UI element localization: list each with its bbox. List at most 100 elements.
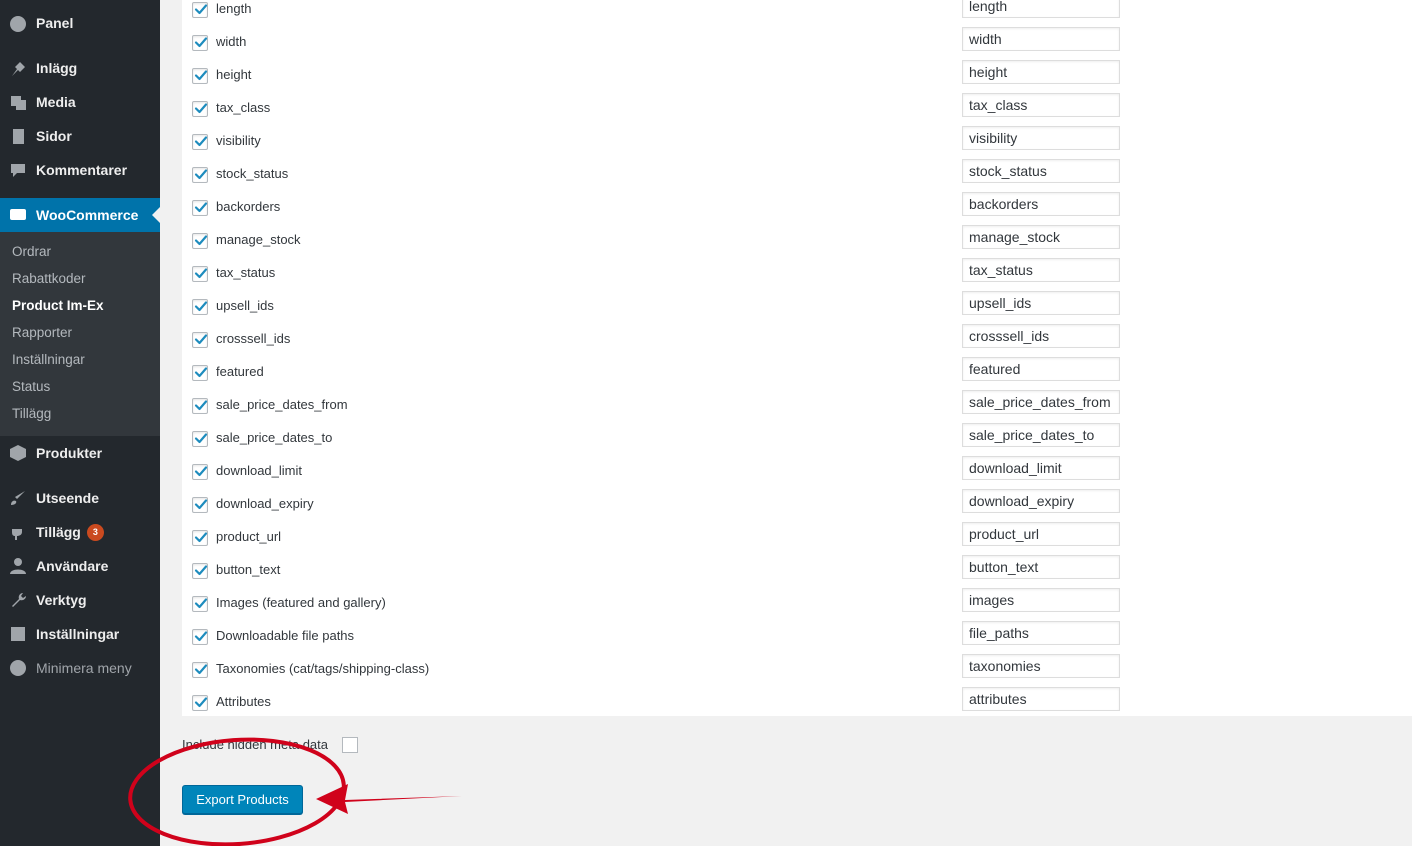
column-name-input[interactable]: download_limit (962, 456, 1120, 480)
column-name-input[interactable]: length (962, 0, 1120, 18)
sidebar-item-verktyg[interactable]: Verktyg (0, 583, 160, 617)
column-name-input[interactable]: backorders (962, 192, 1120, 216)
field-label: tax_class (216, 100, 271, 115)
sidebar-item-inlägg[interactable]: Inlägg (0, 51, 160, 85)
sidebar-item-label: Utseende (36, 490, 100, 506)
sidebar-item-label: Minimera meny (36, 660, 132, 676)
submenu-item[interactable]: Status (12, 377, 50, 397)
field-checkbox[interactable] (192, 35, 208, 51)
checkmark-icon (194, 400, 208, 411)
field-row: Downloadable file paths file_paths (182, 621, 1412, 661)
field-checkbox[interactable] (192, 464, 208, 480)
field-checkbox[interactable] (192, 134, 208, 150)
submenu-item[interactable]: Rapporter (12, 323, 72, 343)
field-checkbox[interactable] (192, 431, 208, 447)
field-label: backorders (216, 199, 281, 214)
field-checkbox[interactable] (192, 398, 208, 414)
field-checkbox[interactable] (192, 695, 208, 711)
export-products-button[interactable]: Export Products (182, 785, 303, 814)
sidebar-item-inställningar[interactable]: Inställningar (0, 617, 160, 651)
field-checkbox[interactable] (192, 497, 208, 513)
checkmark-icon (194, 499, 208, 510)
pin-icon (0, 51, 36, 85)
column-name-input[interactable]: sale_price_dates_from (962, 390, 1120, 414)
active-indicator (152, 207, 160, 223)
sidebar-item-tillägg[interactable]: Tillägg 3 (0, 515, 160, 549)
field-checkbox[interactable] (192, 233, 208, 249)
column-name-input[interactable]: visibility (962, 126, 1120, 150)
column-name-input[interactable]: width (962, 27, 1120, 51)
field-checkbox[interactable] (192, 530, 208, 546)
field-row: featured featured (182, 357, 1412, 397)
sidebar-item-label: Produkter (36, 445, 103, 461)
field-checkbox[interactable] (192, 299, 208, 315)
field-label: featured (216, 364, 264, 379)
submenu-item[interactable]: Ordrar (12, 242, 51, 262)
field-checkbox[interactable] (192, 563, 208, 579)
checkmark-icon (194, 532, 208, 543)
field-checkbox[interactable] (192, 266, 208, 282)
field-checkbox[interactable] (192, 101, 208, 117)
column-name-input[interactable]: stock_status (962, 159, 1120, 183)
sidebar-item-woocommerce[interactable]: WooCommerce (0, 198, 160, 232)
column-name-input[interactable]: crosssell_ids (962, 324, 1120, 348)
field-row: crosssell_ids crosssell_ids (182, 324, 1412, 364)
meta-data-label: Include hidden meta data (182, 737, 328, 752)
submenu-item[interactable]: Inställningar (12, 350, 85, 370)
field-row: sale_price_dates_from sale_price_dates_fr… (182, 390, 1412, 430)
field-checkbox[interactable] (192, 629, 208, 645)
sidebar-item-label: Panel (36, 15, 74, 31)
field-label: Downloadable file paths (216, 628, 355, 643)
woo-icon (0, 198, 36, 232)
column-name-input[interactable]: images (962, 588, 1120, 612)
field-row: visibility visibility (182, 126, 1412, 166)
field-checkbox[interactable] (192, 662, 208, 678)
field-label: product_url (216, 529, 282, 544)
field-row: sale_price_dates_to sale_price_dates_to (182, 423, 1412, 463)
submenu-item[interactable]: Rabattkoder (12, 269, 86, 289)
field-checkbox[interactable] (192, 2, 208, 18)
column-name-input[interactable]: button_text (962, 555, 1120, 579)
checkmark-icon (194, 367, 208, 378)
sidebar-item-produkter[interactable]: Produkter (0, 436, 160, 470)
column-name-input[interactable]: file_paths (962, 621, 1120, 645)
sidebar-item-label: Inställningar (36, 626, 120, 642)
column-name-input[interactable]: taxonomies (962, 654, 1120, 678)
meta-data-checkbox[interactable] (342, 737, 358, 753)
field-checkbox[interactable] (192, 68, 208, 84)
checkmark-icon (194, 598, 208, 609)
sidebar-item-sidor[interactable]: Sidor (0, 119, 160, 153)
field-row: download_expiry download_expiry (182, 489, 1412, 529)
sidebar-item-användare[interactable]: Användare (0, 549, 160, 583)
submenu-item[interactable]: Product Im-Ex (12, 296, 104, 316)
column-name-input[interactable]: download_expiry (962, 489, 1120, 513)
column-name-input[interactable]: attributes (962, 687, 1120, 711)
woocommerce-submenu: Ordrar Rabattkoder Product Im-Ex Rapporter I… (0, 232, 160, 436)
checkmark-icon (194, 37, 208, 48)
column-name-input[interactable]: tax_class (962, 93, 1120, 117)
field-checkbox[interactable] (192, 200, 208, 216)
sidebar-item-panel[interactable]: Panel (0, 6, 160, 40)
column-name-input[interactable]: height (962, 60, 1120, 84)
sidebar-item-kommentarer[interactable]: Kommentarer (0, 153, 160, 187)
column-name-input[interactable]: tax_status (962, 258, 1120, 282)
sidebar-item-utseende[interactable]: Utseende (0, 481, 160, 515)
column-name-input[interactable]: sale_price_dates_to (962, 423, 1120, 447)
comment-icon (0, 153, 36, 187)
sidebar-item-minimera-meny[interactable]: Minimera meny (0, 651, 160, 685)
collapse-icon (0, 651, 36, 685)
column-name-input[interactable]: featured (962, 357, 1120, 381)
column-name-input[interactable]: product_url (962, 522, 1120, 546)
pages-icon (0, 119, 36, 153)
checkmark-icon (194, 202, 208, 213)
field-label: stock_status (216, 166, 289, 181)
column-name-input[interactable]: manage_stock (962, 225, 1120, 249)
field-label: Images (featured and gallery) (216, 595, 386, 610)
field-checkbox[interactable] (192, 596, 208, 612)
submenu-item[interactable]: Tillägg (12, 404, 51, 424)
field-checkbox[interactable] (192, 332, 208, 348)
sidebar-item-media[interactable]: Media (0, 85, 160, 119)
field-checkbox[interactable] (192, 365, 208, 381)
field-checkbox[interactable] (192, 167, 208, 183)
column-name-input[interactable]: upsell_ids (962, 291, 1120, 315)
